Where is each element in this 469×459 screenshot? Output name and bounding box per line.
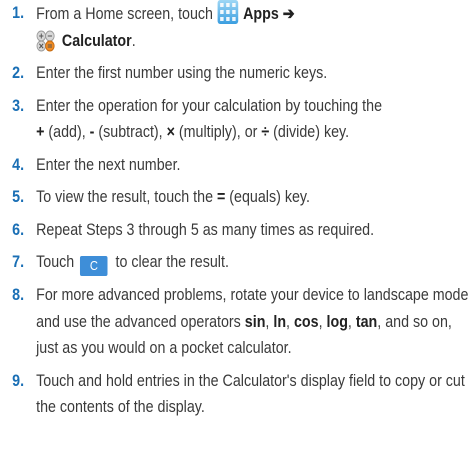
step-5: 5. To view the result, touch the = (equa… [0, 184, 469, 211]
sin-operator: sin [244, 311, 266, 331]
step-7: 7. Touch Cto clear the result. [0, 249, 469, 276]
step-number: 3. [12, 95, 25, 115]
step-number: 9. [12, 370, 25, 390]
step-1: 1. From a Home screen, touch Apps ➔ Calcu… [0, 0, 469, 54]
step-text: Enter the first number using the numeric… [36, 63, 328, 82]
step-number: 8. [12, 285, 25, 304]
step-number: 7. [12, 252, 25, 271]
apps-grid-icon [217, 0, 238, 24]
step-text: Enter the next number. [36, 154, 181, 174]
step-9: 9. Touch and hold entries in the Calcula… [0, 368, 469, 421]
step-6: 6. Repeat Steps 3 through 5 as many time… [0, 217, 469, 244]
equals-symbol: = [216, 187, 226, 206]
step-3: 3. Enter the operation for your calculat… [0, 93, 469, 146]
step-text: Touch and hold entries in the Calculator… [36, 370, 465, 417]
step-4: 4. Enter the next number. [0, 152, 469, 179]
arrow-glyph: ➔ [282, 4, 295, 23]
step-number: 2. [12, 63, 25, 82]
log-operator: log [326, 311, 348, 331]
cos-operator: cos [293, 311, 319, 331]
step-8: 8. For more advanced problems, rotate yo… [0, 282, 469, 362]
apps-label: Apps [243, 4, 279, 23]
divide-symbol: ÷ [261, 122, 270, 141]
tan-operator: tan [355, 311, 378, 331]
instruction-list: 1. From a Home screen, touch Apps ➔ Calcu… [0, 0, 468, 427]
calculator-label: Calculator [61, 30, 132, 50]
add-symbol: + [36, 122, 45, 141]
ln-operator: ln [273, 311, 287, 331]
step-number: 4. [12, 154, 25, 174]
calculator-icon [36, 30, 55, 52]
step-2: 2. Enter the first number using the nume… [0, 60, 469, 87]
step-text: Enter the operation for your calculation… [36, 95, 383, 115]
clear-key-button: C [80, 256, 108, 276]
step-text: From a Home screen, touch [36, 4, 213, 23]
step-number: 1. [12, 3, 25, 22]
step-text: Repeat Steps 3 through 5 as many times a… [36, 219, 375, 239]
step-number: 6. [12, 219, 25, 239]
step-number: 5. [12, 187, 25, 206]
